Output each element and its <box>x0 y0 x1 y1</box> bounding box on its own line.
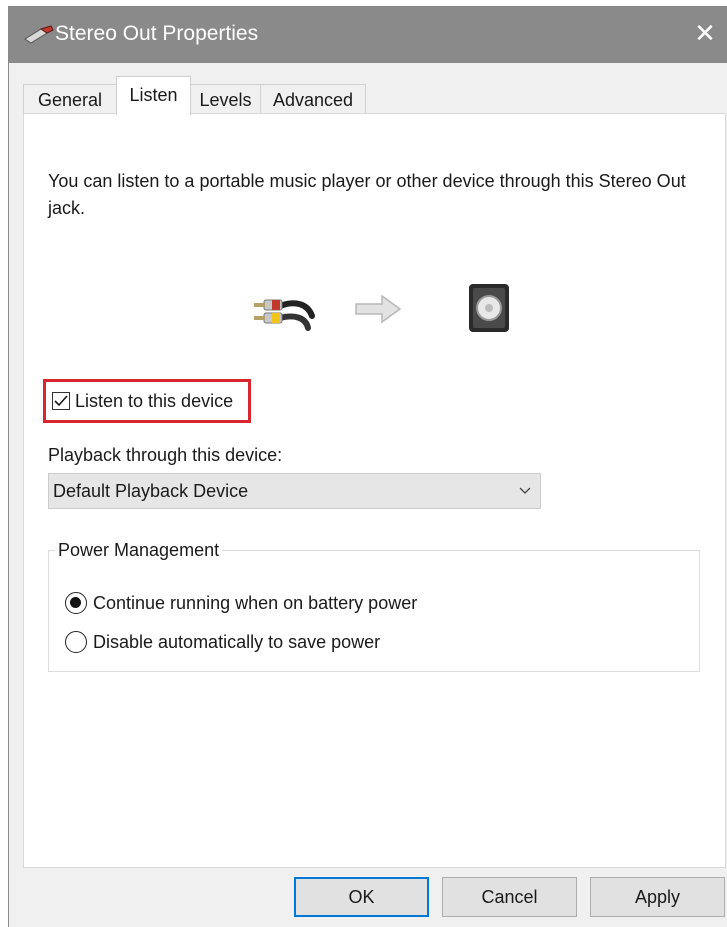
radio-label[interactable]: Continue running when on battery power <box>93 590 417 616</box>
radio-button-selected[interactable] <box>65 592 87 614</box>
close-button[interactable]: ✕ <box>682 6 727 63</box>
right-arrow-icon <box>355 294 402 324</box>
cancel-button[interactable]: Cancel <box>442 877 577 917</box>
window-title: Stereo Out Properties <box>55 22 259 45</box>
ok-button[interactable]: OK <box>294 877 429 917</box>
tab-levels[interactable]: Levels <box>190 84 261 114</box>
speaker-icon <box>469 284 509 332</box>
playback-device-select[interactable]: Default Playback Device <box>48 473 541 509</box>
listen-tab-panel: You can listen to a portable music playe… <box>23 113 726 868</box>
tab-general[interactable]: General <box>23 84 117 114</box>
checkmark-icon <box>54 395 68 407</box>
audio-jack-icon <box>24 25 54 44</box>
tab-advanced[interactable]: Advanced <box>260 84 366 114</box>
connection-illustration <box>24 274 727 344</box>
properties-dialog: Stereo Out Properties ✕ General Listen L… <box>8 6 727 927</box>
listen-to-device-checkbox[interactable]: Listen to this device <box>43 379 251 423</box>
close-icon: ✕ <box>694 18 716 48</box>
power-management-group: Power Management Continue running when o… <box>48 537 700 672</box>
rca-cable-icon <box>254 299 315 331</box>
listen-description: You can listen to a portable music playe… <box>48 171 686 218</box>
tab-listen[interactable]: Listen <box>116 76 191 115</box>
playback-device-label: Playback through this device: <box>48 445 283 465</box>
chevron-down-icon <box>519 487 531 494</box>
playback-device-value: Default Playback Device <box>53 481 249 501</box>
checkbox-box[interactable] <box>52 392 70 410</box>
apply-button[interactable]: Apply <box>590 877 725 917</box>
title-bar[interactable]: Stereo Out Properties ✕ <box>9 6 727 63</box>
listen-checkbox-label[interactable]: Listen to this device <box>75 388 233 414</box>
radio-button[interactable] <box>65 631 87 653</box>
power-management-title: Power Management <box>55 537 223 563</box>
radio-label[interactable]: Disable automatically to save power <box>93 629 380 655</box>
